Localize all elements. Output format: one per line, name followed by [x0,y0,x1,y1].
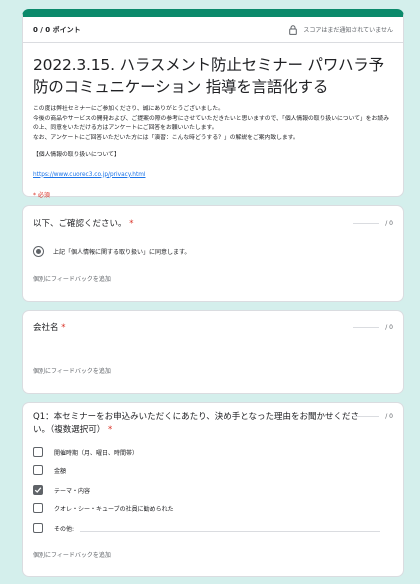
question-title-text: 会社名 [33,323,59,333]
form-header-card: 0 / 0 ポイント スコアはまだ通知されていません 2022.3.15. ハラ… [22,9,404,200]
checkbox-option[interactable]: 金額 [33,465,66,475]
points-field: / 0 [353,220,393,227]
points-input-line[interactable] [353,416,380,417]
question-title-text: 以下、ご確認ください。 [33,219,127,229]
points-field: / 0 [353,324,393,331]
form-title: 2022.3.15. ハラスメント防止セミナー パワハラ予防のコミュニケーション… [33,56,384,96]
privacy-link-row: https://www.cuorec3.co.jp/privacy.html [23,161,403,180]
required-mark: * [105,425,113,435]
checkbox-icon[interactable] [33,523,43,533]
question-title: 会社名 * [33,322,65,335]
score-text: 0 / 0 ポイント [33,25,81,34]
radio-option-label: 上記「個人情報に関する取り扱い」に同意します。 [53,249,191,256]
score-notice: スコアはまだ通知されていません [289,24,393,35]
points-value: 0 [389,413,393,420]
add-feedback-link[interactable]: 個別にフィードバックを追加 [33,366,111,375]
checkbox-label: 開催時期（月、曜日、時間帯） [54,449,139,457]
required-mark: * [126,219,134,229]
checkbox-checked-icon[interactable] [33,485,43,495]
question-title: 以下、ご確認ください。 * [33,218,133,231]
points-label: / 0 [385,324,393,331]
checkbox-label: 金額 [54,467,67,475]
privacy-link[interactable]: https://www.cuorec3.co.jp/privacy.html [33,172,145,178]
points-input-line[interactable] [353,327,380,328]
score-row: 0 / 0 ポイント スコアはまだ通知されていません [23,17,403,43]
checkbox-option[interactable]: テーマ・内容 [33,485,90,495]
checkbox-icon[interactable] [33,447,43,457]
lock-icon [289,24,298,35]
question-card-q1: Q1：本セミナーをお申込みいただくにあたり、決め手となった理由をお聞かせください… [22,402,404,577]
checkbox-label: テーマ・内容 [54,487,91,495]
checkbox-icon[interactable] [33,503,43,513]
question-card-consent: 以下、ご確認ください。 * / 0 上記「個人情報に関する取り扱い」に同意します… [22,205,404,302]
checkbox-option-other[interactable]: その他: [33,523,381,533]
points-value: 0 [389,324,393,331]
checkbox-option[interactable]: 開催時期（月、曜日、時間帯） [33,447,138,457]
points-label: / 0 [385,413,393,420]
add-feedback-link[interactable]: 個別にフィードバックを追加 [33,550,111,559]
radio-selected-icon[interactable] [33,246,44,257]
form-page: 0 / 0 ポイント スコアはまだ通知されていません 2022.3.15. ハラ… [22,9,404,577]
form-description: この度は弊社セミナーにご参加くださり、誠にありがとうございました。 今後の商品や… [33,106,389,141]
question-card-company: 会社名 * / 0 個別にフィードバックを追加 [22,310,404,394]
points-input-line[interactable] [353,223,380,224]
required-note: * 必須 [33,192,50,200]
question-title-text: Q1：本セミナーをお申込みいただくにあたり、決め手となった理由をお聞かせください… [33,412,360,435]
checkbox-option[interactable]: クオレ・シー・キューブの社員に勧められた [33,503,174,513]
privacy-heading: 【個人情報の取り扱いについて】 [33,152,120,159]
points-label: / 0 [385,220,393,227]
points-value: 0 [389,220,393,227]
points-field: / 0 [353,413,393,420]
radio-option[interactable]: 上記「個人情報に関する取り扱い」に同意します。 [33,246,190,257]
question-title: Q1：本セミナーをお申込みいただくにあたり、決め手となった理由をお聞かせください… [33,411,363,437]
checkbox-icon[interactable] [33,465,43,475]
other-text-input[interactable] [80,530,381,532]
checkbox-label: クオレ・シー・キューブの社員に勧められた [54,505,174,513]
add-feedback-link[interactable]: 個別にフィードバックを追加 [33,274,111,283]
checkbox-label: その他: [54,525,75,533]
score-notice-text: スコアはまだ通知されていません [303,27,393,34]
required-mark: * [58,323,66,333]
